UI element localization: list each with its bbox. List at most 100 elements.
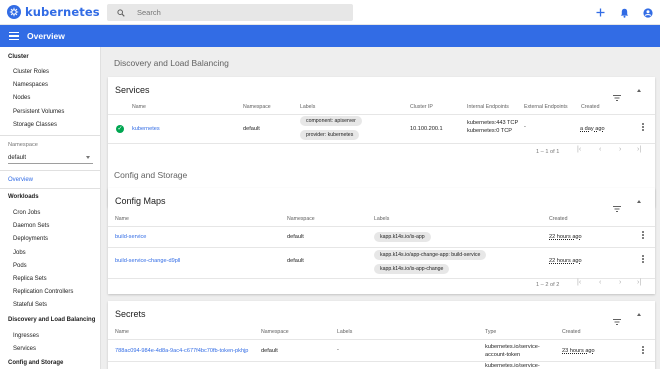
- configmap-name-link[interactable]: build-service-change-d9pll: [115, 258, 180, 266]
- namespace-select[interactable]: default: [8, 152, 93, 164]
- divider: [0, 170, 100, 171]
- created-time: 23 hours ago: [562, 348, 595, 354]
- sidebar-item-ingresses[interactable]: Ingresses: [13, 333, 39, 339]
- label-chip: component: apiserver: [300, 116, 362, 126]
- column-header: Namespace: [243, 104, 271, 110]
- divider: [108, 114, 655, 115]
- collapse-icon[interactable]: [637, 89, 641, 92]
- sidebar-section-workloads[interactable]: Workloads: [8, 194, 39, 200]
- first-page-icon[interactable]: |‹: [577, 146, 581, 153]
- sidebar-item-deployments[interactable]: Deployments: [13, 236, 48, 242]
- sidebar-item-cluster-roles[interactable]: Cluster Roles: [13, 69, 49, 75]
- secret-name-link[interactable]: 788ac094-984e-4d8a-9ac4-c677f4bc70fb-tok…: [115, 348, 248, 356]
- column-header: Internal Endpoints: [467, 104, 509, 110]
- sidebar-item-jobs[interactable]: Jobs: [13, 250, 26, 256]
- helm-wheel-icon: [7, 5, 21, 19]
- column-header[interactable]: Created: [549, 216, 567, 222]
- first-page-icon[interactable]: |‹: [577, 279, 581, 286]
- pagination-range: 1 – 2 of 2: [536, 282, 560, 288]
- create-plus-icon[interactable]: [594, 7, 606, 19]
- notifications-bell-icon[interactable]: [618, 7, 630, 19]
- sidebar-section-cluster[interactable]: Cluster: [8, 54, 29, 60]
- label-chip: kapp.k14s.io/is-app-change: [374, 264, 450, 274]
- more-vert-icon[interactable]: [642, 231, 644, 239]
- created-time: 22 hours ago: [549, 258, 582, 264]
- search-box[interactable]: Search: [107, 4, 353, 21]
- prev-page-icon[interactable]: ‹: [599, 146, 601, 153]
- label-chip: provider: kubernetes: [300, 130, 360, 140]
- sidebar-item-services[interactable]: Services: [13, 346, 36, 352]
- column-header[interactable]: Name: [115, 329, 129, 335]
- filter-icon[interactable]: [613, 199, 621, 217]
- sidebar-item-cron-jobs[interactable]: Cron Jobs: [13, 210, 40, 216]
- card-title: Services: [115, 85, 150, 95]
- service-name-link[interactable]: kubernetes: [132, 126, 160, 134]
- secret-labels: -: [337, 347, 339, 353]
- page-title: Overview: [27, 31, 65, 41]
- external-endpoints: -: [524, 124, 526, 130]
- label-chip: kapp.k14s.io/is-app: [374, 232, 431, 242]
- secret-type: kubernetes.io/service-: [485, 363, 540, 369]
- sidebar-item-nodes[interactable]: Nodes: [13, 95, 30, 101]
- column-header: Type: [485, 329, 497, 335]
- card-title: Secrets: [115, 309, 146, 319]
- configmap-name-link[interactable]: build-service: [115, 234, 146, 242]
- menu-icon[interactable]: [9, 32, 19, 40]
- column-header[interactable]: Created: [581, 104, 599, 110]
- more-vert-icon[interactable]: [642, 255, 644, 263]
- section-title-config: Config and Storage: [114, 170, 188, 180]
- secret-type: kubernetes.io/service-: [485, 344, 540, 350]
- more-vert-icon[interactable]: [642, 123, 644, 131]
- sidebar-section-config-storage[interactable]: Config and Storage: [8, 360, 63, 366]
- app-name: kubernetes: [25, 5, 100, 19]
- more-vert-icon[interactable]: [642, 346, 644, 354]
- sidebar-section-discovery[interactable]: Discovery and Load Balancing: [8, 317, 95, 323]
- search-placeholder: Search: [137, 8, 161, 17]
- column-header: Labels: [337, 329, 353, 335]
- divider: [108, 339, 655, 340]
- prev-page-icon[interactable]: ‹: [599, 279, 601, 286]
- next-page-icon[interactable]: ›: [619, 279, 621, 286]
- sidebar-item-replication-controllers[interactable]: Replication Controllers: [13, 289, 73, 295]
- sidebar-item-storage-classes[interactable]: Storage Classes: [13, 122, 57, 128]
- account-icon[interactable]: [642, 7, 654, 19]
- internal-endpoint: kubernetes:0 TCP: [467, 128, 512, 134]
- column-header: External Endpoints: [524, 104, 568, 110]
- filter-icon[interactable]: [613, 312, 621, 330]
- collapse-icon[interactable]: [637, 313, 641, 316]
- brand[interactable]: kubernetes: [7, 5, 100, 19]
- next-page-icon[interactable]: ›: [619, 146, 621, 153]
- column-header[interactable]: Created: [562, 329, 580, 335]
- column-header[interactable]: Name: [115, 216, 129, 222]
- column-header: Labels: [300, 104, 316, 110]
- collapse-icon[interactable]: [637, 200, 641, 203]
- top-toolbar: kubernetes Search: [0, 0, 660, 25]
- filter-icon[interactable]: [613, 88, 621, 106]
- column-header: Namespace: [287, 216, 315, 222]
- divider: [108, 361, 655, 362]
- sidebar-item-replica-sets[interactable]: Replica Sets: [13, 276, 47, 282]
- sidebar-item-overview[interactable]: Overview: [8, 177, 33, 183]
- service-namespace: default: [243, 126, 260, 132]
- main-content: Discovery and Load Balancing Services Na…: [101, 47, 660, 369]
- sidebar-item-namespaces[interactable]: Namespaces: [13, 82, 48, 88]
- last-page-icon[interactable]: ›|: [637, 279, 641, 286]
- configmap-namespace: default: [287, 234, 304, 240]
- divider: [108, 278, 655, 279]
- last-page-icon[interactable]: ›|: [637, 146, 641, 153]
- secret-namespace: default: [261, 348, 278, 354]
- config-maps-card: Config Maps Name Namespace Labels Create…: [108, 188, 655, 294]
- column-header[interactable]: Name: [132, 104, 146, 110]
- sidebar-item-daemon-sets[interactable]: Daemon Sets: [13, 223, 49, 229]
- divider: [108, 247, 655, 248]
- created-time: 22 hours ago: [549, 234, 582, 240]
- sidebar-item-persistent-volumes[interactable]: Persistent Volumes: [13, 109, 64, 115]
- sidebar-item-pods[interactable]: Pods: [13, 263, 27, 269]
- chevron-down-icon: [86, 156, 90, 159]
- sidebar-item-stateful-sets[interactable]: Stateful Sets: [13, 302, 47, 308]
- column-header: Labels: [374, 216, 390, 222]
- namespace-value: default: [8, 154, 27, 161]
- configmap-namespace: default: [287, 258, 304, 264]
- divider: [0, 135, 100, 136]
- secrets-card: Secrets Name Namespace Labels Type Creat…: [108, 301, 655, 369]
